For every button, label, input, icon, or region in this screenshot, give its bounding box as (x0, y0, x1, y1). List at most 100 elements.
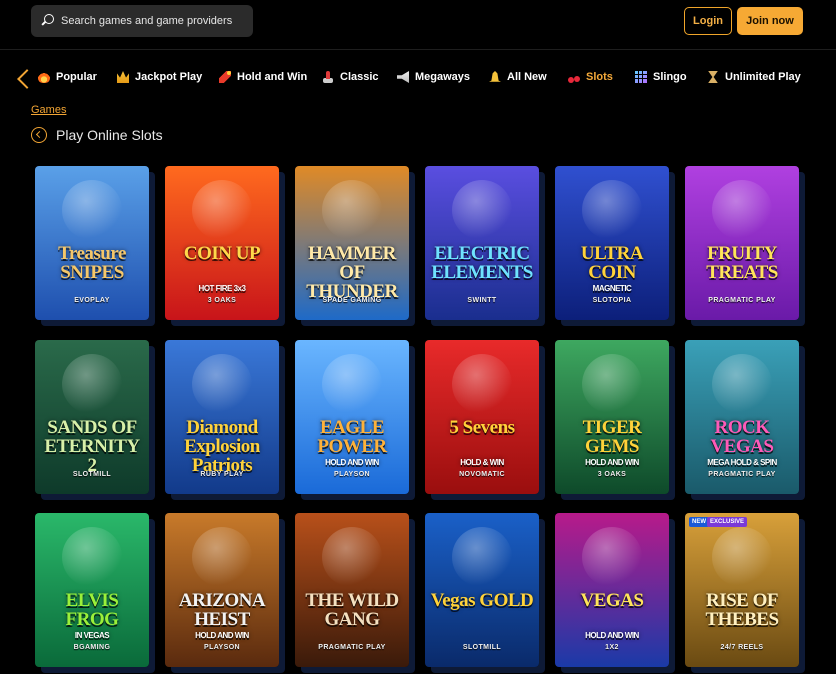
category-jackpot-play[interactable]: Jackpot Play (117, 71, 202, 83)
game-provider: PRAGMATIC PLAY (318, 644, 386, 651)
game-logo-text: ELECTRIC ELEMENTS (431, 243, 533, 283)
category-label: Jackpot Play (135, 71, 203, 83)
category-hold-and-win[interactable]: Hold and Win (219, 71, 307, 83)
category-label: Hold and Win (237, 71, 308, 83)
category-classic[interactable]: Classic (322, 71, 379, 83)
game-provider: SLOTMILL (462, 644, 502, 651)
back-arrow-icon[interactable] (31, 127, 47, 143)
game-tile[interactable]: EAGLE POWER HOLD AND WIN PLAYSON (295, 340, 409, 494)
game-tile[interactable]: ULTRA COIN MAGNETIC SLOTOPIA (555, 166, 669, 320)
game-character-art (582, 527, 642, 587)
game-character-art (582, 180, 642, 240)
game-character-art (192, 180, 252, 240)
game-logo-subtitle: HOLD AND WIN (585, 631, 639, 640)
category-nav: Popular Jackpot Play Hold and Win Classi… (0, 60, 836, 100)
game-logo-text: Vegas GOLD (430, 590, 534, 611)
game-tile[interactable]: FRUITY TREATS PRAGMATIC PLAY (685, 166, 799, 320)
game-tile[interactable]: Treasure SNIPES EVOPLAY (35, 166, 149, 320)
game-provider: 24/7 REELS (720, 644, 764, 651)
game-logo-text: HAMMER OF THUNDER (306, 243, 398, 302)
game-logo-text: COIN UP (183, 243, 261, 264)
game-character-art (712, 527, 772, 587)
join-now-button[interactable]: Join now (737, 7, 803, 35)
cherry-icon (568, 71, 580, 83)
category-label: Slingo (653, 71, 687, 83)
category-popular[interactable]: Popular (38, 71, 97, 83)
game-tile[interactable]: TIGER GEMS HOLD AND WIN 3 OAKS (555, 340, 669, 494)
search-bar[interactable] (31, 5, 253, 37)
game-tile[interactable]: THE WILD GANG PRAGMATIC PLAY (295, 513, 409, 667)
search-input[interactable] (61, 15, 241, 27)
game-badge: NEW (689, 517, 709, 527)
game-tile[interactable]: ARIZONA HEIST HOLD AND WIN PLAYSON (165, 513, 279, 667)
game-logo-subtitle: HOLD AND WIN (325, 458, 379, 467)
game-character-art (712, 354, 772, 414)
game-tile[interactable]: ELECTRIC ELEMENTS SWINTT (425, 166, 539, 320)
game-character-art (192, 527, 252, 587)
game-logo-subtitle: MAGNETIC (592, 284, 632, 293)
game-logo-text: SANDS OF ETERNITY 2 (44, 417, 140, 476)
page-title: Play Online Slots (56, 127, 163, 143)
game-logo-text: TIGER GEMS (582, 417, 642, 457)
game-logo-text: EAGLE POWER (317, 417, 387, 457)
game-logo-text: FRUITY TREATS (706, 243, 778, 283)
game-logo-text: VEGAS (580, 590, 644, 611)
game-provider: BGAMING (73, 644, 111, 651)
game-tile[interactable]: NEW EXCLUSIVE RISE OF THEBES 24/7 REELS (685, 513, 799, 667)
search-icon (41, 14, 55, 28)
game-provider: SLOTOPIA (592, 297, 632, 304)
game-provider: SPADE GAMING (322, 297, 382, 304)
category-label: Slots (586, 71, 613, 83)
game-character-art (452, 354, 512, 414)
game-character-art (62, 180, 122, 240)
fire-icon (38, 71, 50, 83)
game-provider: EVOPLAY (74, 297, 110, 304)
game-tile[interactable]: HAMMER OF THUNDER SPADE GAMING (295, 166, 409, 320)
game-provider: SLOTMILL (72, 471, 112, 478)
page-title-row: Play Online Slots (31, 127, 163, 143)
game-tile[interactable]: COIN UP HOT FIRE 3x3 3 OAKS (165, 166, 279, 320)
game-character-art (322, 354, 382, 414)
login-button[interactable]: Login (684, 7, 732, 35)
scroll-left-chevron-icon[interactable] (18, 70, 28, 88)
game-logo-subtitle: MEGA HOLD & SPIN (707, 458, 777, 467)
game-logo-subtitle: HOLD AND WIN (585, 458, 639, 467)
category-label: Classic (340, 71, 379, 83)
game-provider: 1X2 (605, 644, 619, 651)
game-provider: SWINTT (467, 297, 497, 304)
game-tile[interactable]: Vegas GOLD SLOTMILL (425, 513, 539, 667)
category-slots[interactable]: Slots (568, 71, 613, 83)
game-tile[interactable]: SANDS OF ETERNITY 2 SLOTMILL (35, 340, 149, 494)
game-tile[interactable]: ROCK VEGAS MEGA HOLD & SPIN PRAGMATIC PLAY (685, 340, 799, 494)
game-provider: PLAYSON (334, 471, 370, 478)
crown-icon (117, 71, 129, 83)
game-tile[interactable]: 5 Sevens HOLD & WIN NOVOMATIC (425, 340, 539, 494)
hourglass-icon (708, 71, 718, 83)
game-character-art (62, 527, 122, 587)
game-provider: RUBY PLAY (200, 471, 244, 478)
joystick-icon (322, 71, 334, 83)
breadcrumb-games[interactable]: Games (31, 104, 66, 116)
game-character-art (452, 180, 512, 240)
game-logo-text: ULTRA COIN (580, 243, 644, 283)
game-character-art (452, 527, 512, 587)
grid-icon (635, 71, 647, 83)
category-megaways[interactable]: Megaways (397, 71, 470, 83)
game-character-art (192, 354, 252, 414)
category-label: All New (507, 71, 547, 83)
game-tile[interactable]: VEGAS HOLD AND WIN 1X2 (555, 513, 669, 667)
category-all-new[interactable]: All New (489, 71, 547, 83)
megaphone-icon (397, 71, 409, 83)
game-character-art (322, 527, 382, 587)
category-label: Megaways (415, 71, 471, 83)
game-tile[interactable]: ELVIS FROG IN VEGAS BGAMING (35, 513, 149, 667)
game-tile[interactable]: Diamond Explosion Patriots RUBY PLAY (165, 340, 279, 494)
game-provider: 3 OAKS (207, 297, 237, 304)
game-logo-subtitle: IN VEGAS (74, 631, 110, 640)
category-slingo[interactable]: Slingo (635, 71, 687, 83)
bell-icon (489, 71, 501, 82)
category-label: Popular (56, 71, 97, 83)
category-unlimited-play[interactable]: Unlimited Play (707, 71, 801, 83)
game-logo-text: 5 Sevens (449, 417, 515, 438)
game-logo-text: THE WILD GANG (305, 590, 399, 630)
